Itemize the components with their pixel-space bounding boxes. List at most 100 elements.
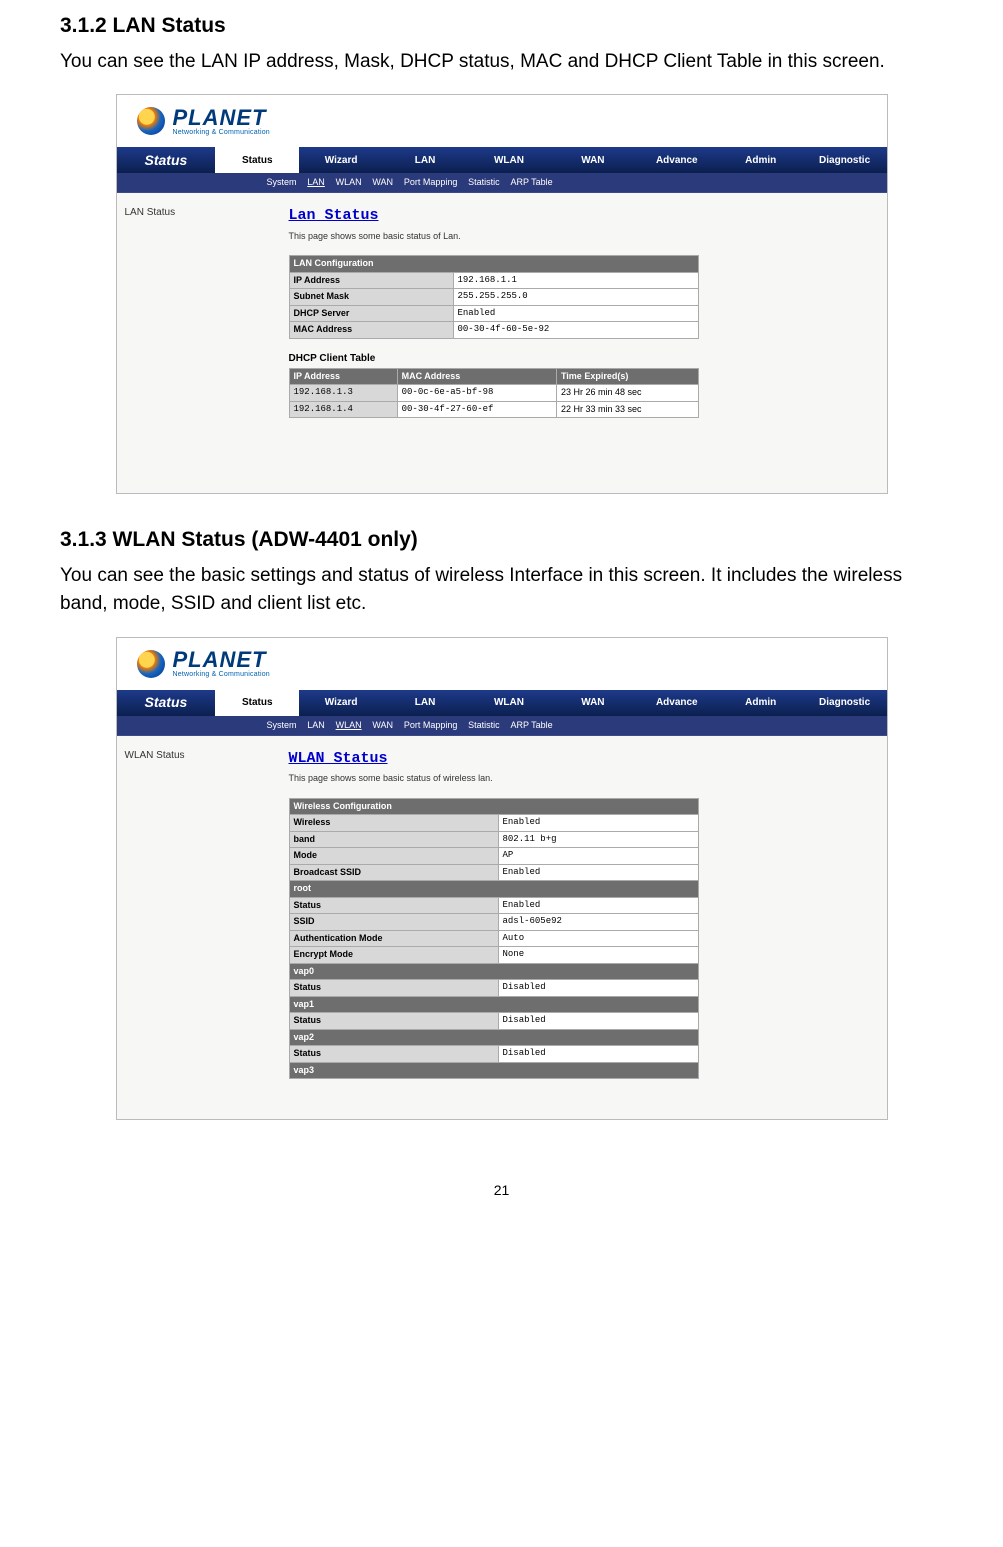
section-heading-wlan: 3.1.3 WLAN Status (ADW-4401 only) — [60, 524, 943, 556]
row-value: Disabled — [498, 980, 698, 997]
subnav-wan[interactable]: WAN — [372, 720, 393, 730]
lan-status-screenshot: PLANET Networking & Communication Status… — [116, 94, 888, 494]
nav-title: Status — [117, 147, 216, 173]
row-value: Disabled — [498, 1013, 698, 1030]
dhcp-table-title: DHCP Client Table — [289, 351, 871, 366]
subnav-lan[interactable]: LAN — [307, 720, 325, 730]
tab-advance[interactable]: Advance — [635, 690, 719, 716]
tab-lan[interactable]: LAN — [383, 147, 467, 173]
sidebar: WLAN Status — [117, 736, 273, 1120]
tab-diagnostic[interactable]: Diagnostic — [803, 690, 887, 716]
row-value: 802.11 b+g — [498, 831, 698, 848]
sidebar-item-lan-status[interactable]: LAN Status — [125, 205, 265, 220]
subnav-port-mapping[interactable]: Port Mapping — [404, 177, 458, 187]
group-vap2: vap2 — [289, 1029, 698, 1046]
wlan-config-header: Wireless Configuration — [289, 798, 698, 815]
subnav-arp-table[interactable]: ARP Table — [510, 177, 552, 187]
planet-logo-icon — [137, 650, 165, 678]
logo-text: PLANET — [173, 107, 270, 129]
row-label: Authentication Mode — [289, 930, 498, 947]
page-number: 21 — [60, 1180, 943, 1201]
cell-ip: 192.168.1.3 — [289, 385, 397, 402]
dhcp-col-time: Time Expired(s) — [556, 368, 698, 385]
lan-config-table: LAN Configuration IP Address192.168.1.1 … — [289, 255, 699, 339]
cell-mac: 00-30-4f-27-60-ef — [397, 401, 556, 418]
subnav-statistic[interactable]: Statistic — [468, 177, 500, 187]
row-value: Enabled — [453, 305, 698, 322]
section-desc-lan: You can see the LAN IP address, Mask, DH… — [60, 48, 943, 77]
tab-wlan[interactable]: WLAN — [467, 690, 551, 716]
section-desc-wlan: You can see the basic settings and statu… — [60, 562, 943, 619]
planet-logo-icon — [137, 107, 165, 135]
subnav-wlan[interactable]: WLAN — [336, 177, 362, 187]
tab-diagnostic[interactable]: Diagnostic — [803, 147, 887, 173]
cell-ip: 192.168.1.4 — [289, 401, 397, 418]
section-heading-lan: 3.1.2 LAN Status — [60, 10, 943, 42]
group-vap0: vap0 — [289, 963, 698, 980]
row-value: Enabled — [498, 897, 698, 914]
nav-title: Status — [117, 690, 216, 716]
tab-status[interactable]: Status — [215, 147, 299, 173]
page-subtitle: This page shows some basic status of wir… — [289, 772, 871, 786]
row-value: Enabled — [498, 815, 698, 832]
tab-wlan[interactable]: WLAN — [467, 147, 551, 173]
group-vap3: vap3 — [289, 1062, 698, 1079]
tab-wizard[interactable]: Wizard — [299, 690, 383, 716]
row-label: Broadcast SSID — [289, 864, 498, 881]
row-label: MAC Address — [289, 322, 453, 339]
group-root: root — [289, 881, 698, 898]
row-value: Disabled — [498, 1046, 698, 1063]
row-value: 00-30-4f-60-5e-92 — [453, 322, 698, 339]
sidebar: LAN Status — [117, 193, 273, 493]
group-vap1: vap1 — [289, 996, 698, 1013]
row-label: IP Address — [289, 272, 453, 289]
row-value: Auto — [498, 930, 698, 947]
wlan-status-screenshot: PLANET Networking & Communication Status… — [116, 637, 888, 1121]
wlan-config-table: Wireless Configuration WirelessEnabled b… — [289, 798, 699, 1080]
row-value: adsl-605e92 — [498, 914, 698, 931]
subnav-wlan[interactable]: WLAN — [336, 720, 362, 730]
subnav-arp-table[interactable]: ARP Table — [510, 720, 552, 730]
subnav-wan[interactable]: WAN — [372, 177, 393, 187]
row-label: Mode — [289, 848, 498, 865]
subnav-lan[interactable]: LAN — [307, 177, 325, 187]
cell-time: 23 Hr 26 min 48 sec — [556, 385, 698, 402]
logo-bar: PLANET Networking & Communication — [117, 638, 887, 690]
tab-wan[interactable]: WAN — [551, 147, 635, 173]
tab-wan[interactable]: WAN — [551, 690, 635, 716]
row-label: Status — [289, 897, 498, 914]
logo-subtext: Networking & Communication — [173, 671, 270, 678]
row-value: 192.168.1.1 — [453, 272, 698, 289]
row-label: Status — [289, 980, 498, 997]
tab-admin[interactable]: Admin — [719, 690, 803, 716]
tab-wizard[interactable]: Wizard — [299, 147, 383, 173]
row-label: Status — [289, 1046, 498, 1063]
tab-lan[interactable]: LAN — [383, 690, 467, 716]
dhcp-client-table: IP Address MAC Address Time Expired(s) 1… — [289, 368, 699, 419]
tab-admin[interactable]: Admin — [719, 147, 803, 173]
logo-bar: PLANET Networking & Communication — [117, 95, 887, 147]
dhcp-col-mac: MAC Address — [397, 368, 556, 385]
sidebar-item-wlan-status[interactable]: WLAN Status — [125, 748, 265, 763]
sub-navbar: System LAN WLAN WAN Port Mapping Statist… — [117, 716, 887, 736]
subnav-port-mapping[interactable]: Port Mapping — [404, 720, 458, 730]
subnav-system[interactable]: System — [267, 720, 297, 730]
lan-config-header: LAN Configuration — [289, 256, 698, 273]
logo-subtext: Networking & Communication — [173, 129, 270, 136]
row-label: SSID — [289, 914, 498, 931]
tab-advance[interactable]: Advance — [635, 147, 719, 173]
table-row: 192.168.1.4 00-30-4f-27-60-ef 22 Hr 33 m… — [289, 401, 698, 418]
row-label: Subnet Mask — [289, 289, 453, 306]
sub-navbar: System LAN WLAN WAN Port Mapping Statist… — [117, 173, 887, 193]
table-row: 192.168.1.3 00-0c-6e-a5-bf-98 23 Hr 26 m… — [289, 385, 698, 402]
tab-status[interactable]: Status — [215, 690, 299, 716]
row-value: Enabled — [498, 864, 698, 881]
row-value: 255.255.255.0 — [453, 289, 698, 306]
subnav-statistic[interactable]: Statistic — [468, 720, 500, 730]
page-title: Lan Status — [289, 205, 871, 228]
row-label: DHCP Server — [289, 305, 453, 322]
page-subtitle: This page shows some basic status of Lan… — [289, 230, 871, 244]
subnav-system[interactable]: System — [267, 177, 297, 187]
row-label: band — [289, 831, 498, 848]
row-label: Status — [289, 1013, 498, 1030]
